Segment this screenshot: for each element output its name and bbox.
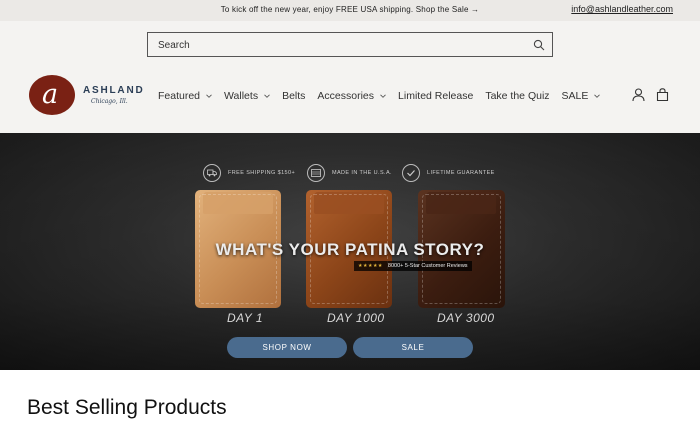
logo-name: ASHLAND	[83, 85, 145, 96]
nav-item-wallets[interactable]: Wallets	[224, 90, 270, 102]
day-label: DAY 1	[227, 311, 264, 325]
reviews-text: 8000+ 5-Star Customer Reviews	[387, 263, 468, 269]
hero-headline: WHAT'S YOUR PATINA STORY?	[215, 240, 485, 259]
logo-circle: a	[29, 75, 75, 115]
nav-label: Wallets	[224, 90, 259, 102]
usa-icon	[307, 164, 325, 182]
day-label: DAY 1000	[327, 311, 385, 325]
nav-label: Featured	[158, 90, 201, 102]
section-title: Best Selling Products	[27, 396, 227, 419]
ashland-logo[interactable]: a ASHLAND Chicago, Ill.	[29, 75, 143, 117]
nav-item-belts[interactable]: Belts	[282, 90, 305, 102]
contact-email-link[interactable]: info@ashlandleather.com	[571, 4, 673, 14]
nav-item-accessories[interactable]: Accessories	[317, 90, 386, 102]
logo-mark: a	[42, 79, 59, 110]
nav-label: Limited Release	[398, 90, 474, 102]
shop-now-button[interactable]: SHOP NOW	[227, 337, 347, 358]
sale-button[interactable]: SALE	[353, 337, 473, 358]
search-icon[interactable]	[533, 38, 545, 51]
nav-label: Accessories	[317, 90, 375, 102]
announcement-bar: To kick off the new year, enjoy FREE USA…	[0, 0, 700, 21]
logo-subtitle: Chicago, Ill.	[91, 98, 128, 105]
main-nav: Featured Wallets Belts Accessories Limit…	[158, 89, 612, 103]
badge-made-in-usa: MADE IN THE U.S.A.	[307, 164, 392, 182]
search-placeholder: Search	[158, 40, 190, 51]
rating-stars: ★★★★★	[358, 263, 383, 269]
account-icon[interactable]	[632, 88, 645, 102]
best-selling-section: Best Selling Products	[0, 370, 700, 437]
checkmark-icon	[402, 164, 420, 182]
nav-label: SALE	[561, 90, 589, 102]
chevron-down-icon	[264, 93, 270, 99]
cart-icon[interactable]	[656, 88, 669, 102]
site-header: Search a ASHLAND Chicago, Ill. Featured …	[0, 21, 700, 133]
chevron-down-icon	[380, 93, 386, 99]
search-input[interactable]: Search	[147, 32, 553, 57]
hero-banner: FREE SHIPPING $150+ MADE IN THE U.S.A. L…	[0, 133, 700, 370]
nav-label: Belts	[282, 90, 306, 102]
nav-item-limited-release[interactable]: Limited Release	[398, 90, 473, 102]
chevron-down-icon	[206, 93, 212, 99]
nav-label: Take the Quiz	[485, 90, 550, 102]
badge-lifetime-guarantee: LIFETIME GUARANTEE	[402, 164, 495, 182]
nav-item-sale[interactable]: SALE	[562, 90, 601, 102]
badge-text: MADE IN THE U.S.A.	[332, 170, 392, 176]
chevron-down-icon	[594, 93, 601, 99]
badge-text: FREE SHIPPING $150+	[228, 170, 296, 176]
badge-text: LIFETIME GUARANTEE	[427, 170, 495, 176]
nav-item-featured[interactable]: Featured	[158, 90, 212, 102]
truck-icon	[203, 164, 221, 182]
reviews-badge: ★★★★★ 8000+ 5-Star Customer Reviews	[354, 261, 472, 271]
day-label: DAY 3000	[437, 311, 495, 325]
badge-free-shipping: FREE SHIPPING $150+	[203, 164, 295, 182]
nav-item-take-the-quiz[interactable]: Take the Quiz	[485, 90, 549, 102]
